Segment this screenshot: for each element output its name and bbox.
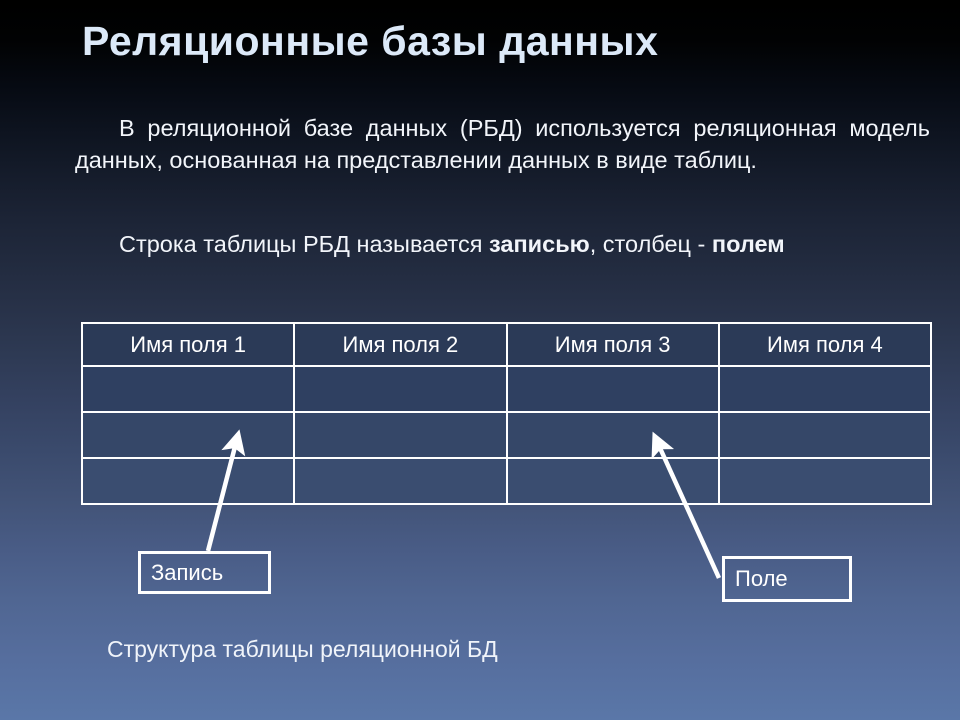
table-cell xyxy=(293,457,508,505)
table-header: Имя поля 1 Имя поля 2 Имя поля 3 Имя пол… xyxy=(80,322,933,367)
paragraph-terms-mid: , столбец - xyxy=(589,231,712,257)
table-cell xyxy=(505,411,720,459)
table-cell xyxy=(80,365,296,413)
page-title: Реляционные базы данных xyxy=(82,18,659,64)
callout-record: Запись xyxy=(138,551,271,594)
table-row xyxy=(80,411,933,459)
table-cell xyxy=(717,365,933,413)
table-body xyxy=(80,365,933,505)
table-cell xyxy=(293,365,508,413)
table-cell xyxy=(505,365,720,413)
paragraph-terms-lead: Строка таблицы РБД называется xyxy=(119,231,490,257)
table-header-row: Имя поля 1 Имя поля 2 Имя поля 3 Имя пол… xyxy=(80,322,933,367)
table-header-cell-4: Имя поля 4 xyxy=(717,322,933,367)
paragraph-definition: В реляционной базе данных (РБД) использу… xyxy=(75,112,930,176)
callout-field-label: Поле xyxy=(735,566,788,591)
relational-table: Имя поля 1 Имя поля 2 Имя поля 3 Имя пол… xyxy=(80,322,933,505)
table-header-cell-3: Имя поля 3 xyxy=(505,322,720,367)
table-cell xyxy=(80,411,296,459)
table-cell xyxy=(505,457,720,505)
table-cell xyxy=(717,457,933,505)
slide-canvas: Реляционные базы данных В реляционной ба… xyxy=(0,0,960,720)
paragraph-terms: Строка таблицы РБД называется записью, с… xyxy=(75,228,930,260)
table-header-cell-1: Имя поля 1 xyxy=(80,322,296,367)
term-field: полем xyxy=(711,231,785,257)
term-record: записью xyxy=(489,231,590,257)
table-row xyxy=(80,365,933,413)
callout-record-label: Запись xyxy=(151,559,224,585)
paragraph-definition-text: В реляционной базе данных (РБД) использу… xyxy=(75,115,930,173)
table-caption: Структура таблицы реляционной БД xyxy=(107,636,498,662)
table-header-cell-2: Имя поля 2 xyxy=(293,322,508,367)
table-row xyxy=(80,457,933,505)
table-cell xyxy=(293,411,508,459)
table-cell xyxy=(80,457,296,505)
table-cell xyxy=(717,411,933,459)
callout-field: Поле xyxy=(722,556,852,602)
